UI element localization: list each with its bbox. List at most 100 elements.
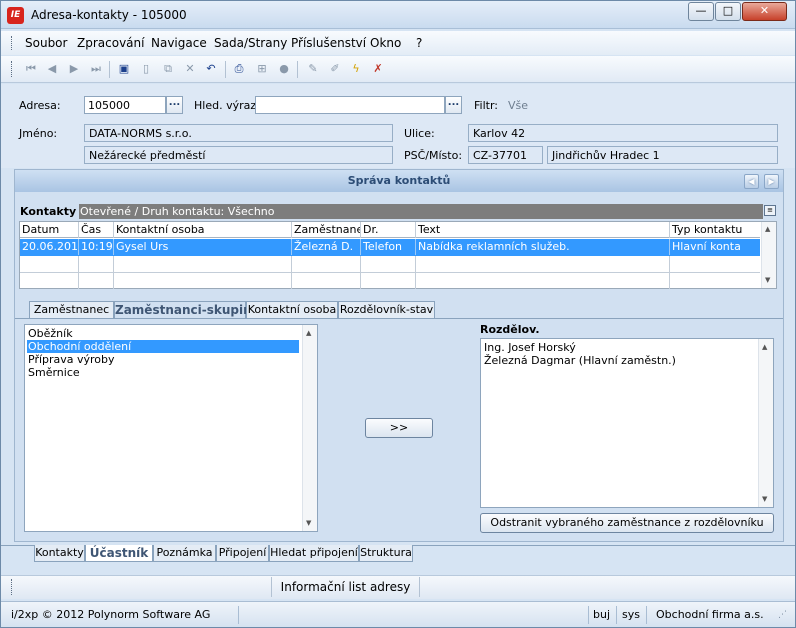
filtr-value[interactable]: Vše [508, 99, 528, 112]
info-list-button[interactable]: Informační list adresy [271, 577, 420, 597]
scroll-down-icon[interactable]: ▼ [306, 519, 311, 527]
tab-ucastnik[interactable]: Účastník [85, 545, 153, 562]
tab-hledat-pripojeni[interactable]: Hledat připojení [269, 545, 359, 562]
resize-grip-icon[interactable]: ⋰ [778, 606, 787, 624]
menu-help[interactable]: ? [416, 36, 422, 50]
tab-zamestnanci-skupiny[interactable]: Zaměstnanci-skupiny [114, 301, 259, 318]
toolbar-separator [225, 61, 226, 78]
jmeno-label: Jméno: [19, 127, 58, 140]
contacts-filter: Otevřené / Druh kontaktu: Všechno [80, 205, 275, 218]
panel-next-icon[interactable]: ▶ [764, 174, 779, 189]
save-icon[interactable]: ▣ [117, 62, 131, 76]
adresa-lookup-button[interactable]: ... [166, 96, 183, 114]
menu-grip[interactable] [11, 36, 13, 50]
undo-icon[interactable]: ↶ [204, 62, 218, 76]
app-logo-icon: IE [7, 7, 24, 24]
table-cell: Telefon [361, 239, 416, 255]
col-typ-kontaktu[interactable]: Typ kontaktu [670, 222, 760, 238]
scroll-up-icon[interactable]: ▲ [765, 225, 770, 233]
copy-icon[interactable]: ⧉ [161, 62, 175, 76]
table-cell: Nabídka reklamních služeb. [416, 239, 670, 255]
scroll-up-icon[interactable]: ▲ [762, 343, 767, 351]
filter-clear-icon[interactable]: ✗ [371, 62, 385, 76]
delete-icon[interactable]: ✕ [183, 62, 197, 76]
table-row[interactable] [20, 256, 760, 273]
menu-zpracovani[interactable]: Zpracování [77, 36, 144, 50]
status-bar: i/2xp © 2012 Polynorm Software AG buj sy… [1, 601, 795, 627]
first-record-icon[interactable]: ⏮ [24, 62, 38, 76]
scroll-down-icon[interactable]: ▼ [762, 495, 767, 503]
table-cell: 20.06.2012 [22, 239, 79, 255]
psc-label: PSČ/Místo: [404, 149, 463, 162]
contacts-table: Datum Čas Kontaktní osoba Zaměstnanec Dr… [19, 221, 777, 289]
last-record-icon[interactable]: ⏭ [89, 62, 103, 76]
list-item[interactable]: Příprava výroby [27, 353, 115, 366]
tree-icon[interactable]: ⊞ [255, 62, 269, 76]
distribution-list[interactable]: Ing. Josef Horský Železná Dagmar (Hlavní… [480, 338, 774, 508]
list-item[interactable]: Ing. Josef Horský [483, 341, 576, 354]
list-item[interactable]: Obchodní oddělení [27, 340, 299, 353]
col-kontaktni-osoba[interactable]: Kontaktní osoba [114, 222, 292, 238]
table-row[interactable] [20, 273, 760, 290]
scroll-up-icon[interactable]: ▲ [306, 329, 311, 337]
edit-icon[interactable]: ✎ [306, 62, 320, 76]
print-icon[interactable]: ⎙ [232, 62, 246, 76]
next-record-icon[interactable]: ▶ [67, 62, 81, 76]
scroll-down-icon[interactable]: ▼ [765, 276, 770, 284]
name-line2: Nežárecké předměstí [84, 146, 393, 164]
edit-alt-icon[interactable]: ✐ [328, 62, 342, 76]
info-toolbar: Informační list adresy [1, 575, 795, 599]
bottom-tabs: Kontakty Účastník Poznámka Připojení Hle… [1, 545, 795, 565]
table-cell: 10:19 [81, 239, 114, 255]
col-datum[interactable]: Datum [20, 222, 79, 238]
list-item[interactable]: Oběžník [27, 327, 73, 340]
add-to-distribution-button[interactable]: >> [365, 418, 433, 438]
maximize-button[interactable]: □ [715, 2, 741, 21]
list-item[interactable]: Směrnice [27, 366, 80, 379]
new-document-icon[interactable]: ▯ [139, 62, 153, 76]
adresa-input[interactable]: 105000 [84, 96, 166, 114]
status-company: Obchodní firma a.s. [656, 608, 764, 621]
close-button[interactable]: ✕ [742, 2, 787, 21]
toolbar: ⏮ ◀ ▶ ⏭ ▣ ▯ ⧉ ✕ ↶ ⎙ ⊞ ● ✎ ✐ ϟ ✗ IE [1, 56, 795, 136]
panel-title: Správa kontaktů [15, 170, 783, 192]
tab-rozdelovnik-stav[interactable]: Rozdělovník-stav [338, 301, 435, 318]
wizard-icon[interactable]: ϟ [349, 62, 363, 76]
disabled-icon[interactable]: ● [277, 62, 291, 76]
hled-label: Hled. výraz: [194, 99, 260, 112]
table-cell: Hlavní konta [672, 240, 741, 253]
tab-kontaktni-osoba[interactable]: Kontaktní osoba [246, 301, 338, 318]
groups-list[interactable]: Oběžník Obchodní oddělení Příprava výrob… [24, 324, 318, 532]
groups-scrollbar[interactable]: ▲ ▼ [302, 325, 317, 531]
col-druh[interactable]: Dr. [361, 222, 416, 238]
tab-struktura[interactable]: Struktura [359, 545, 413, 562]
tab-zamestnanec[interactable]: Zaměstnanec [29, 301, 114, 318]
menu-navigace[interactable]: Navigace [151, 36, 207, 50]
col-zamestnanec[interactable]: Zaměstnanec [292, 222, 361, 238]
menu-soubor[interactable]: Soubor [25, 36, 67, 50]
remove-employee-button[interactable]: Odstranit vybraného zaměstnance z rozděl… [480, 513, 774, 533]
prev-record-icon[interactable]: ◀ [45, 62, 59, 76]
tab-poznamka[interactable]: Poznámka [153, 545, 216, 562]
distribution-scrollbar[interactable]: ▲ ▼ [758, 339, 773, 507]
toolbar-grip[interactable] [11, 61, 13, 77]
table-scrollbar[interactable]: ▲ ▼ [761, 222, 776, 288]
menu-okno[interactable]: Okno [370, 36, 401, 50]
info-grip[interactable] [11, 579, 13, 595]
street-field: Karlov 42 [468, 124, 778, 142]
grid-options-icon[interactable]: ≡ [764, 205, 776, 216]
city-field: Jindřichův Hradec 1 [547, 146, 778, 164]
tab-pripojeni[interactable]: Připojení [216, 545, 269, 562]
minimize-button[interactable]: — [688, 2, 714, 21]
list-item[interactable]: Železná Dagmar (Hlavní zaměstn.) [483, 354, 676, 367]
menu-sada-strany[interactable]: Sada/Strany [214, 36, 287, 50]
tab-kontakty[interactable]: Kontakty [34, 545, 85, 562]
col-text[interactable]: Text [416, 222, 670, 238]
menu-prislusenstvi[interactable]: Příslušenství [291, 36, 366, 50]
panel-prev-icon[interactable]: ◀ [744, 174, 759, 189]
table-row[interactable]: 20.06.2012 10:19 Gysel Urs Železná D. Te… [20, 239, 760, 256]
col-cas[interactable]: Čas [79, 222, 114, 238]
search-lookup-button[interactable]: ... [445, 96, 462, 114]
status-db: sys [622, 608, 640, 621]
search-input[interactable] [255, 96, 445, 114]
